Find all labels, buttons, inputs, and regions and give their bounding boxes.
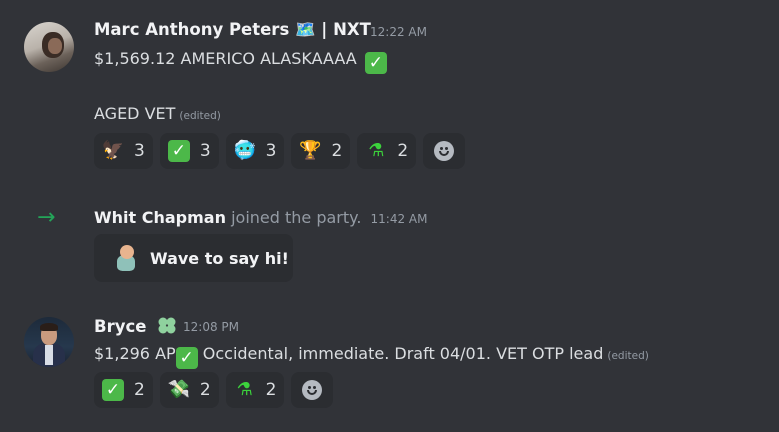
reaction-money-wings[interactable]: 💸 2 xyxy=(159,372,219,408)
message-line: AGED VET xyxy=(94,104,176,123)
smile-icon xyxy=(302,380,323,400)
wave-button[interactable]: Wave to say hi! xyxy=(94,234,293,282)
add-reaction-button[interactable] xyxy=(291,372,334,408)
reaction-count: 3 xyxy=(199,141,211,161)
reaction-trophy[interactable]: 🏆 2 xyxy=(291,133,351,169)
check-mark-icon: ✓ xyxy=(167,140,190,162)
message-text: $1,296 AP ✓ Occidental, immediate. Draft … xyxy=(94,344,649,369)
check-mark-icon: ✓ xyxy=(364,52,387,74)
reaction-count: 2 xyxy=(265,380,277,400)
reaction-cold-face[interactable]: 🥶 3 xyxy=(225,133,285,169)
reaction-count: 3 xyxy=(265,141,277,161)
author-name[interactable]: Whit Chapman xyxy=(94,208,226,227)
reaction-count: 2 xyxy=(134,380,145,400)
timestamp: 12:22 AM xyxy=(370,25,427,39)
flask-icon: ⚗ xyxy=(368,140,385,161)
reaction-flask[interactable]: ⚗ 2 xyxy=(357,133,417,169)
edited-label: (edited) xyxy=(607,350,649,362)
message-text: $1,569.12 AMERICO ALASKAAAA ✓ xyxy=(94,49,387,74)
reaction-count: 2 xyxy=(397,141,409,161)
reaction-count: 3 xyxy=(134,141,145,161)
flask-icon: ⚗ xyxy=(236,379,253,400)
message-line: Occidental, immediate. Draft 04/01. VET … xyxy=(202,344,604,363)
timestamp: 12:08 PM xyxy=(183,320,239,334)
reaction-count: 2 xyxy=(199,380,211,400)
check-mark-icon: ✓ xyxy=(175,347,198,369)
add-reaction-button[interactable] xyxy=(423,133,466,169)
avatar[interactable] xyxy=(24,317,74,367)
author-name[interactable]: Marc Anthony Peters 🗺️ | NXT xyxy=(94,20,371,40)
cold-face-icon: 🥶 xyxy=(233,140,256,161)
author-name[interactable]: Bryce xyxy=(94,315,178,336)
wave-label: Wave to say hi! xyxy=(150,248,289,268)
reaction-flask[interactable]: ⚗ 2 xyxy=(225,372,285,408)
join-arrow-icon: → xyxy=(37,205,56,230)
message-text: AGED VET (edited) xyxy=(94,104,221,123)
reaction-check[interactable]: ✓ 2 xyxy=(94,372,153,408)
reaction-count: 2 xyxy=(331,141,343,161)
reaction-eagle[interactable]: 🦅 3 xyxy=(94,133,153,169)
money-wings-icon: 💸 xyxy=(167,379,191,400)
avatar[interactable] xyxy=(24,22,74,72)
reaction-check[interactable]: ✓ 3 xyxy=(159,133,219,169)
smile-icon xyxy=(434,141,455,161)
reaction-bar: 🦅 3 ✓ 3 🥶 3 🏆 2 ⚗ 2 xyxy=(94,133,466,169)
message-line: $1,569.12 AMERICO ALASKAAAA xyxy=(94,49,357,68)
trophy-icon: 🏆 xyxy=(299,140,322,161)
check-mark-icon: ✓ xyxy=(102,379,124,401)
edited-label: (edited) xyxy=(179,110,221,122)
join-action: joined the party. xyxy=(231,208,362,227)
join-message: Whit Chapman joined the party. 11:42 AM xyxy=(94,208,427,227)
reaction-bar: ✓ 2 💸 2 ⚗ 2 xyxy=(94,372,334,408)
clover-badge-icon xyxy=(158,317,176,334)
timestamp: 11:42 AM xyxy=(370,212,428,226)
waving-person-icon xyxy=(114,245,140,271)
eagle-icon: 🦅 xyxy=(101,140,125,161)
message-line: $1,296 AP xyxy=(94,344,176,363)
